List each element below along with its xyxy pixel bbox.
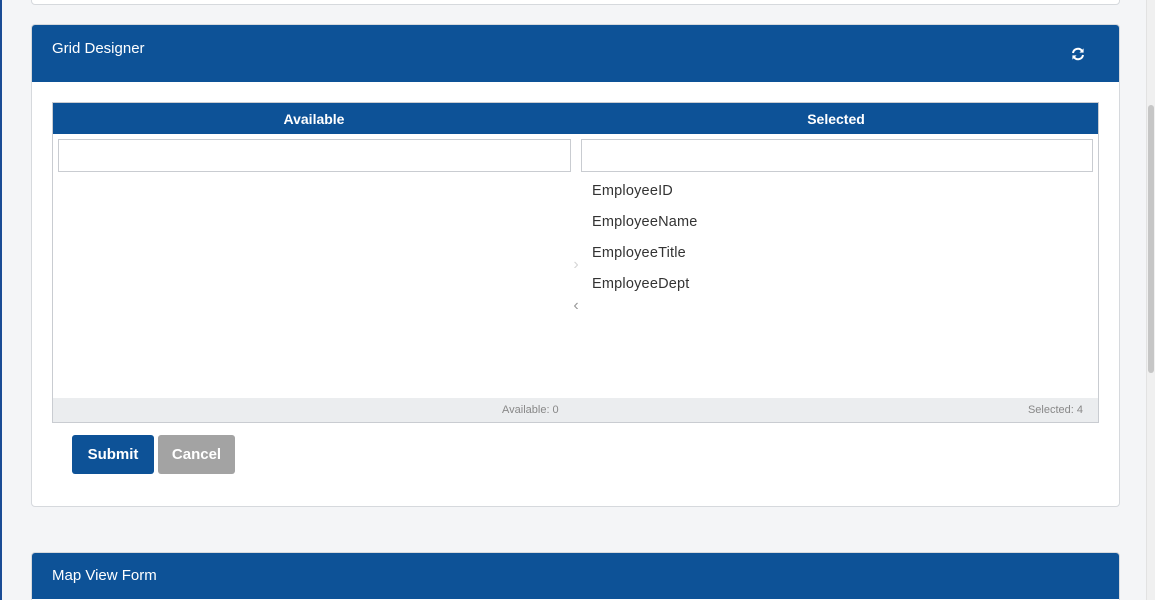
selected-item[interactable]: EmployeeID: [592, 183, 673, 199]
selected-header: Selected: [807, 111, 865, 127]
vertical-scrollbar[interactable]: [1146, 0, 1155, 600]
scrollbar-thumb[interactable]: [1148, 105, 1154, 373]
cancel-button[interactable]: Cancel: [158, 435, 235, 474]
map-view-form-panel: Map View Form: [31, 552, 1120, 600]
map-view-form-header: Map View Form: [32, 553, 1119, 599]
available-header: Available: [283, 111, 345, 127]
grid-designer-header: Grid Designer: [32, 25, 1119, 82]
selected-filter-input[interactable]: [581, 139, 1093, 172]
left-edge-bar: [0, 0, 2, 600]
submit-button[interactable]: Submit: [72, 435, 154, 474]
selected-item[interactable]: EmployeeName: [592, 214, 698, 230]
previous-panel-edge: [31, 0, 1120, 5]
listbox-footer: Available: 0 Selected: 4: [53, 398, 1098, 422]
selected-item[interactable]: EmployeeDept: [592, 276, 690, 292]
grid-designer-title: Grid Designer: [52, 40, 145, 57]
refresh-icon[interactable]: [1070, 46, 1086, 62]
chevron-left-icon[interactable]: ‹: [571, 297, 581, 315]
available-filter-input[interactable]: [58, 139, 571, 172]
chevron-right-icon[interactable]: ›: [571, 256, 581, 274]
available-count: Available: 0: [502, 404, 559, 416]
listbox-header: Available Selected: [53, 103, 1098, 134]
dual-listbox: Available Selected EmployeeID EmployeeNa…: [52, 102, 1099, 423]
selected-item[interactable]: EmployeeTitle: [592, 245, 686, 261]
map-view-form-title: Map View Form: [52, 567, 157, 584]
selected-count: Selected: 4: [1027, 404, 1083, 416]
